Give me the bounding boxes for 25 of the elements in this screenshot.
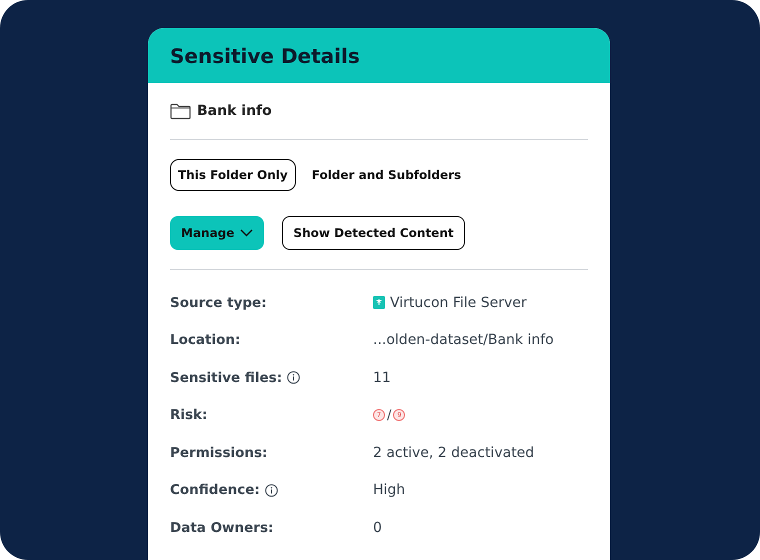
detail-value: 2 active, 2 deactivated [373, 444, 534, 461]
detail-value: 11 [373, 370, 391, 386]
detail-value: High [373, 482, 406, 498]
caret-icon [240, 229, 254, 237]
scope-tab[interactable]: Folder and Subfolders [304, 159, 470, 191]
detail-label: Source type: [170, 294, 267, 311]
info-icon[interactable] [264, 484, 278, 497]
scope-tab[interactable]: This Folder Only [170, 159, 296, 191]
detail-label: Data Owners: [170, 520, 274, 536]
detail-value: ...olden-dataset/Bank info [373, 332, 554, 348]
detail-label: Location: [170, 332, 240, 348]
folder-name: Bank info [197, 103, 272, 119]
folder-icon [170, 102, 191, 120]
detail-label: Confidence: [170, 482, 260, 498]
detail-label: Permissions: [170, 444, 268, 461]
info-icon[interactable] [287, 371, 300, 384]
manage-button[interactable]: Manage [170, 216, 264, 250]
detail-value: 0 [373, 520, 382, 536]
server-icon [373, 296, 385, 310]
slash-separator: / [387, 408, 392, 423]
detail-label: Risk: [170, 407, 208, 424]
panel-title: Sensitive Details [170, 44, 360, 68]
detail-value: Virtucon File Server [390, 294, 527, 311]
detail-label: Sensitive files: [170, 370, 282, 386]
show-content-button[interactable]: Show Detected Content [282, 216, 465, 250]
